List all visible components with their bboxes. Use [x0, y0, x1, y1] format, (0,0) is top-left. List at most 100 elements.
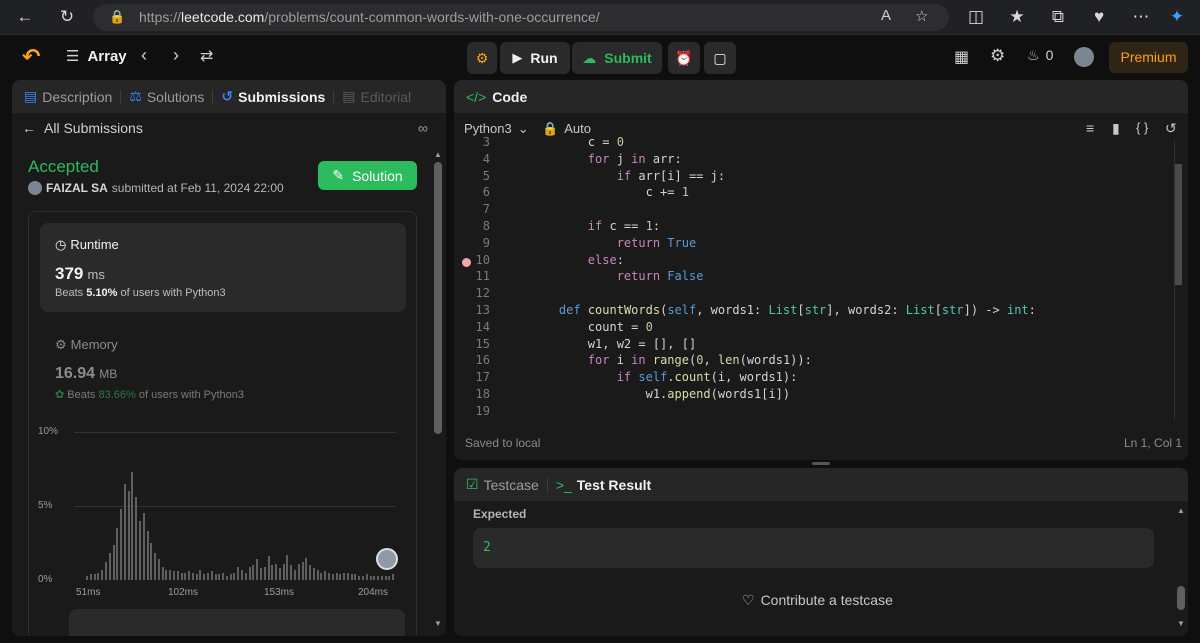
histogram-bar	[207, 572, 209, 580]
code-line[interactable]: 16 for i in range(0, len(words1)):	[454, 352, 1174, 369]
histogram-bar	[263, 566, 266, 580]
memory-box[interactable]: ⚙ Memory 16.94 MB ✿ Beats 83.66% of users…	[40, 323, 406, 412]
code-line[interactable]: 3 c = 0	[454, 134, 1174, 151]
fire-icon: ♨	[1027, 47, 1040, 63]
tab-submissions[interactable]: ↺ Submissions	[221, 88, 325, 105]
cursor-position: Ln 1, Col 1	[1124, 436, 1183, 450]
histogram-bar	[305, 557, 308, 580]
histogram-bar	[335, 572, 338, 580]
edit-icon: ✎	[332, 167, 345, 183]
code-line[interactable]: 4 for j in arr:	[454, 151, 1174, 168]
submitter-name[interactable]: FAIZAL SA	[46, 181, 108, 195]
leaf-icon: ✿	[55, 389, 65, 401]
line-text: return False	[616, 269, 704, 284]
y-tick-5: 5%	[38, 500, 53, 511]
code-line[interactable]: 19	[454, 403, 1174, 420]
editor-scrollbar-thumb[interactable]	[1174, 164, 1182, 285]
code-line[interactable]: 10 else:	[454, 252, 1174, 269]
panel-resize-handle[interactable]	[812, 462, 830, 465]
copilot-icon[interactable]: ✦	[1166, 6, 1188, 28]
test-scrollbar[interactable]: ▲ ▼	[1176, 506, 1186, 628]
problem-list-label: Array	[87, 47, 127, 65]
histogram-bar	[229, 574, 232, 580]
histogram-bar	[176, 571, 179, 580]
favorites-icon[interactable]: ★	[1006, 6, 1028, 28]
refresh-icon[interactable]: ↻	[56, 6, 78, 28]
editor-scrollbar-track	[1174, 140, 1175, 420]
user-avatar[interactable]	[1074, 47, 1094, 67]
code-line[interactable]: 5 if arr[i] == j:	[454, 168, 1174, 185]
histogram-bar	[108, 553, 111, 580]
memory-beats: ✿ Beats 83.66% of users with Python3	[55, 389, 245, 401]
braces-icon[interactable]: { }	[1136, 120, 1148, 135]
split-screen-icon[interactable]: ◫	[965, 6, 987, 28]
leetcode-logo-icon[interactable]: ↶	[22, 45, 44, 69]
left-scrollbar[interactable]: ▲ ▼	[433, 150, 443, 628]
histogram-bar	[331, 574, 334, 580]
settings-gear-icon[interactable]: ⚙	[990, 46, 1005, 66]
line-text: def countWords(self, words1: List[str], …	[558, 303, 1036, 317]
tab-solutions[interactable]: ⚖ Solutions	[129, 88, 204, 105]
more-dots-icon[interactable]: ⋯	[1130, 6, 1152, 28]
notes-button[interactable]: ▢	[704, 42, 736, 74]
submit-button[interactable]: ☁ Submit	[572, 42, 662, 74]
histogram-bar	[377, 575, 380, 580]
code-line[interactable]: 6 c += 1	[454, 184, 1174, 201]
address-bar[interactable]: 🔒 https://leetcode.com/problems/count-co…	[93, 4, 949, 31]
layout-grid-icon[interactable]: ▦	[954, 47, 969, 67]
all-submissions-link[interactable]: ← All Submissions	[22, 120, 143, 136]
tab-test-result[interactable]: >_ Test Result	[556, 477, 651, 493]
browser-toolbar: ← ↻ 🔒 https://leetcode.com/problems/coun…	[0, 0, 1200, 35]
back-arrow-icon[interactable]: ←	[14, 6, 36, 28]
streak-counter[interactable]: ♨ 0	[1027, 47, 1053, 64]
code-line[interactable]: 15 w1, w2 = [], []	[454, 336, 1174, 353]
premium-button[interactable]: Premium	[1109, 42, 1188, 73]
histogram-bar	[86, 575, 88, 580]
code-line[interactable]: 13 def countWords(self, words1: List[str…	[454, 302, 1174, 319]
contribute-testcase-link[interactable]: ♡ Contribute a testcase	[742, 592, 893, 609]
run-button[interactable]: ▶ Run	[500, 42, 570, 74]
back-arrow-icon: ←	[22, 120, 36, 136]
histogram-bar	[346, 572, 349, 580]
histogram-bar	[127, 491, 130, 580]
health-icon[interactable]: ♥	[1088, 6, 1110, 28]
shuffle-icon[interactable]: ⇄	[200, 46, 213, 66]
test-panel: ☑ Testcase >_ Test Result Expected 2 ♡ Con…	[454, 468, 1188, 636]
share-link-icon[interactable]: ∞	[418, 120, 428, 136]
problem-list-button[interactable]: ☰ Array	[66, 47, 127, 66]
expected-label: Expected	[473, 507, 527, 521]
collections-icon[interactable]: ⧉	[1047, 6, 1069, 28]
histogram-bar	[191, 572, 194, 580]
read-aloud-icon[interactable]: A	[881, 7, 891, 24]
histogram-bar	[369, 575, 372, 580]
tab-testcase[interactable]: ☑ Testcase	[466, 476, 539, 493]
code-line[interactable]: 8 if c == 1:	[454, 218, 1174, 235]
terminal-icon: >_	[555, 476, 572, 493]
scrollbar-thumb[interactable]	[1177, 586, 1185, 610]
histogram-bar	[104, 562, 107, 580]
code-line[interactable]: 9 return True	[454, 235, 1174, 252]
code-line[interactable]: 12	[454, 285, 1174, 302]
code-line[interactable]: 18 w1.append(words1[i])	[454, 386, 1174, 403]
my-submission-avatar[interactable]	[376, 548, 398, 570]
breakpoint-dot[interactable]	[462, 258, 471, 267]
prev-problem-icon[interactable]: ‹	[141, 45, 147, 66]
code-line[interactable]: 14 count = 0	[454, 319, 1174, 336]
code-line[interactable]: 7	[454, 201, 1174, 218]
code-editor[interactable]: 3 c = 04 for j in arr: 5 if arr[i] == j: 6…	[454, 135, 1174, 420]
tab-description[interactable]: ▤ Description	[24, 88, 112, 105]
debug-button[interactable]: ⚙	[467, 42, 497, 74]
code-line[interactable]: 11 return False	[454, 268, 1174, 285]
timer-button[interactable]: ⏰	[668, 42, 700, 74]
runtime-box[interactable]: ◷ Runtime 379 ms Beats 5.10% of users wit…	[40, 223, 406, 312]
code-line[interactable]: 17 if self.count(i, words1):	[454, 369, 1174, 386]
scrollbar-thumb[interactable]	[434, 162, 442, 434]
next-problem-icon[interactable]: ›	[173, 45, 179, 66]
histogram-bar	[150, 543, 153, 580]
tab-editorial[interactable]: ▤ Editorial	[342, 88, 411, 105]
history-icon: ↺	[221, 88, 234, 104]
favorite-star-icon[interactable]: ☆	[915, 7, 928, 25]
histogram-bar	[188, 571, 191, 580]
solution-button[interactable]: ✎ Solution	[318, 161, 417, 190]
all-submissions-label: All Submissions	[44, 120, 143, 136]
